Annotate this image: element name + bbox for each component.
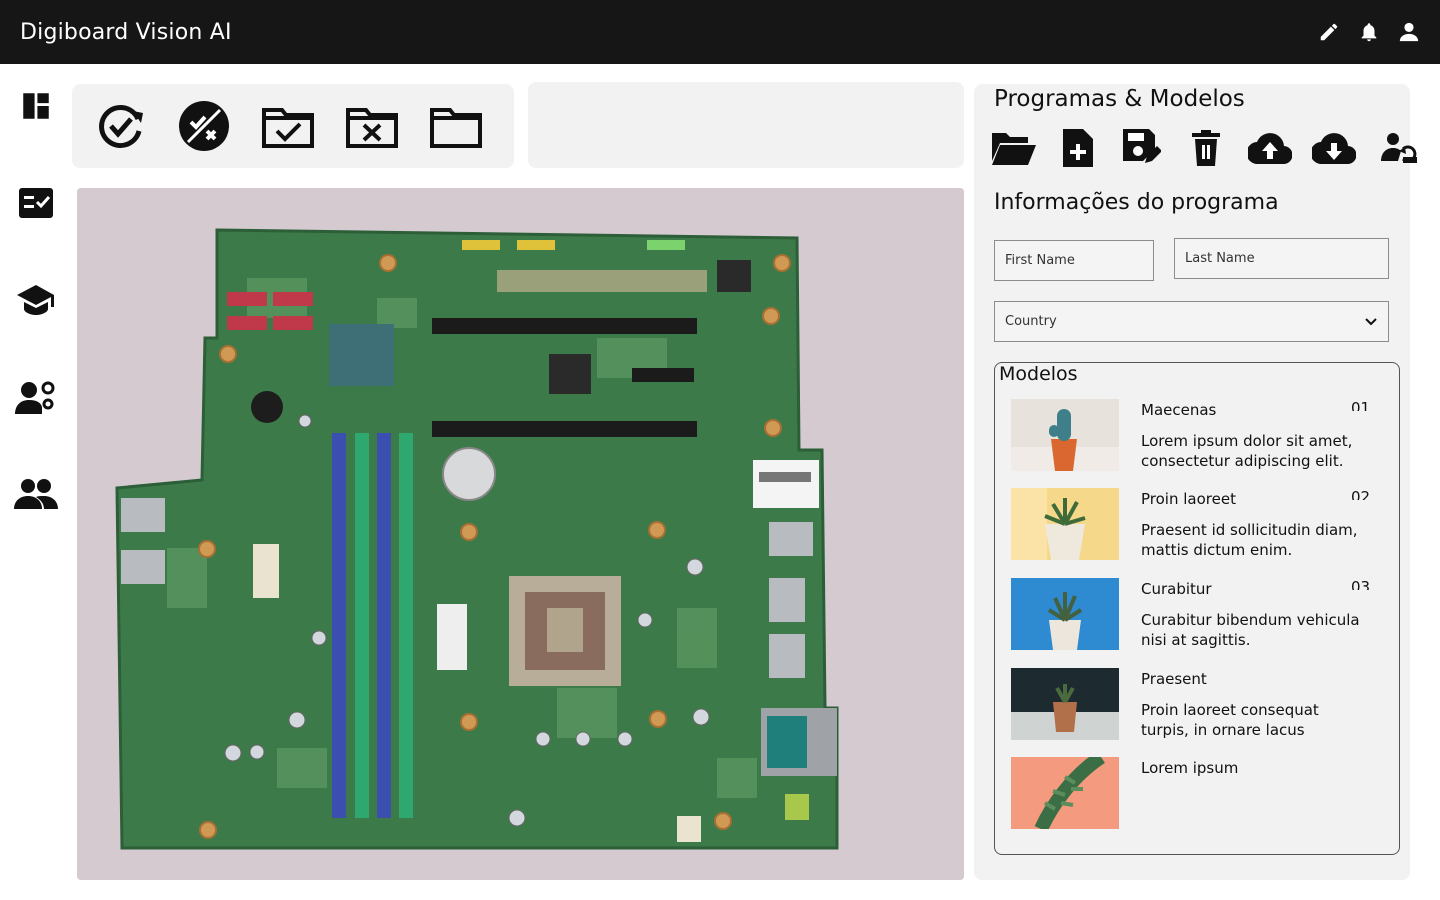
model-number: 02 — [1351, 488, 1371, 500]
pencil-icon[interactable] — [1318, 21, 1340, 43]
model-item[interactable]: Praesent Proin laoreet consequat turpis,… — [1011, 668, 1391, 742]
program-actions — [992, 128, 1420, 168]
dashboard-icon[interactable] — [14, 84, 58, 128]
chevron-down-icon — [1365, 317, 1377, 325]
users-icon[interactable] — [14, 472, 58, 516]
model-item[interactable]: Maecenas 01 Lorem ipsum dolor sit amet, … — [1011, 399, 1391, 473]
file-plus-icon[interactable] — [1056, 128, 1100, 168]
check-x-circle-icon[interactable] — [176, 98, 232, 154]
folder-x-icon[interactable] — [344, 98, 400, 154]
board-image-viewer[interactable] — [77, 188, 964, 880]
program-info-heading: Informações do programa — [994, 190, 1279, 215]
model-item[interactable]: Curabitur 03 Curabitur bibendum vehicula… — [1011, 578, 1391, 652]
folder-check-icon[interactable] — [260, 98, 316, 154]
model-description: Praesent id sollicitudin diam, mattis di… — [1141, 521, 1358, 559]
topbar-actions — [1318, 21, 1420, 43]
user-sync-icon[interactable] — [1376, 128, 1420, 168]
folder-icon[interactable] — [428, 98, 484, 154]
cloud-upload-icon[interactable] — [1248, 128, 1292, 168]
graduation-cap-icon[interactable] — [14, 278, 58, 322]
models-list: Modelos Maecenas 01 Lorem ipsum dolor si… — [994, 362, 1400, 855]
model-name: Maecenas — [1141, 401, 1217, 419]
refresh-check-icon[interactable] — [92, 98, 148, 154]
top-app-bar: Digiboard Vision AI — [0, 0, 1440, 64]
side-navigation — [0, 64, 72, 900]
user-gear-icon[interactable] — [14, 376, 58, 420]
model-name: Lorem ipsum — [1141, 759, 1239, 777]
country-select-label: Country — [1005, 314, 1057, 329]
model-number: 01 — [1351, 399, 1371, 411]
model-thumbnail — [1011, 399, 1119, 471]
model-description: Curabitur bibendum vehicula nisi at sagi… — [1141, 611, 1360, 649]
model-thumbnail — [1011, 488, 1119, 560]
last-name-field[interactable] — [1174, 238, 1389, 279]
folder-open-icon[interactable] — [992, 128, 1036, 168]
first-name-field[interactable] — [994, 240, 1154, 281]
trash-icon[interactable] — [1184, 128, 1228, 168]
model-thumbnail — [1011, 668, 1119, 740]
checklist-icon[interactable] — [14, 181, 58, 225]
model-description: Lorem ipsum dolor sit amet, consectetur … — [1141, 432, 1353, 470]
motherboard-image — [77, 188, 964, 880]
model-name: Curabitur — [1141, 580, 1212, 598]
model-thumbnail — [1011, 578, 1119, 650]
model-description: Proin laoreet consequat turpis, in ornar… — [1141, 701, 1319, 739]
save-edit-icon[interactable] — [1120, 128, 1164, 168]
status-display-box — [528, 82, 964, 168]
user-icon[interactable] — [1398, 21, 1420, 43]
model-number: 03 — [1351, 578, 1371, 590]
model-name: Proin laoreet — [1141, 490, 1236, 508]
bell-icon[interactable] — [1358, 21, 1380, 43]
app-title: Digiboard Vision AI — [20, 19, 232, 45]
model-name: Praesent — [1141, 670, 1207, 688]
country-select[interactable]: Country — [994, 301, 1389, 342]
model-item[interactable]: Proin laoreet 02 Praesent id sollicitudi… — [1011, 488, 1391, 562]
inspection-toolbar — [72, 84, 514, 168]
model-thumbnail — [1011, 757, 1119, 829]
programs-models-panel: Programas & Modelos Informações do progr… — [974, 84, 1417, 880]
cloud-download-icon[interactable] — [1312, 128, 1356, 168]
panel-title: Programas & Modelos — [994, 86, 1245, 112]
model-item[interactable]: Lorem ipsum — [1011, 757, 1391, 831]
models-heading: Modelos — [999, 363, 1078, 385]
